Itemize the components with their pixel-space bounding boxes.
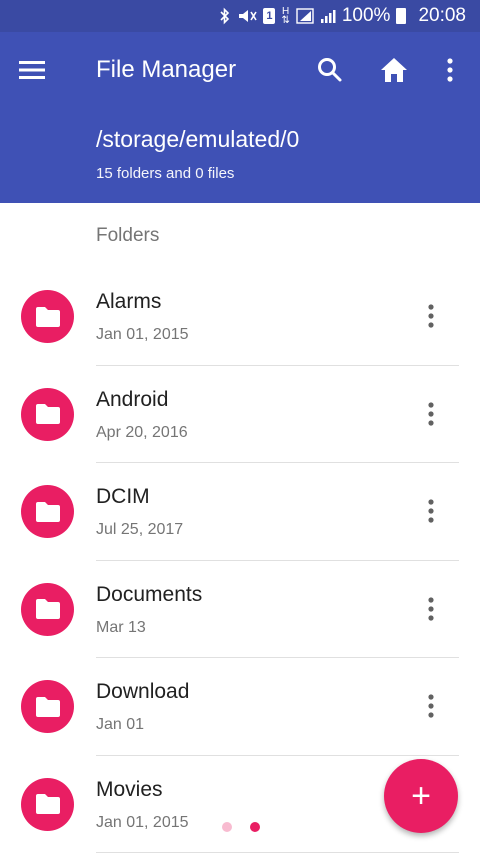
item-more-button[interactable] [414,298,448,334]
more-vert-icon [428,499,434,523]
item-more-button[interactable] [414,688,448,724]
list-item[interactable]: DCIM Jul 25, 2017 [0,463,480,561]
mute-icon [237,6,258,26]
folder-name: Android [96,387,169,411]
menu-button[interactable] [14,52,50,88]
home-button[interactable] [376,52,412,88]
more-vert-icon [428,304,434,328]
folder-date: Jan 01 [96,716,145,733]
item-more-button[interactable] [414,591,448,627]
bluetooth-icon [219,6,231,26]
home-icon [381,58,407,82]
list-item[interactable]: Documents Mar 13 [0,561,480,658]
more-vert-icon [428,401,434,426]
battery-icon [396,8,407,24]
more-vert-icon [447,58,453,82]
folder-summary: 15 folders and 0 files [96,165,235,182]
page-indicator [222,822,260,832]
overflow-menu-button[interactable] [432,52,468,88]
folder-icon [21,290,74,343]
folder-date: Mar 13 [96,618,146,636]
folder-date: Apr 20, 2016 [96,423,188,441]
add-button[interactable]: + [384,759,458,833]
folder-name: Download [96,680,190,703]
folder-date: Jan 01, 2015 [96,813,189,831]
current-path: /storage/emulated/0 [96,126,300,152]
folder-name: Documents [96,582,203,606]
app-bar: File Manager /storage/emulated/0 15 fold… [0,32,480,203]
folder-icon [21,387,74,441]
section-header-folders: Folders [96,225,160,246]
folder-icon [21,485,74,538]
page-dot-active[interactable] [250,822,260,832]
sim-icon: 1 [263,8,276,24]
item-more-button[interactable] [414,493,448,529]
network-type-icon: H ⇅ [281,6,289,26]
app-title: File Manager [96,56,237,83]
list-item[interactable]: Alarms Jan 01, 2015 [0,268,480,366]
clock: 20:08 [418,5,466,26]
status-bar: 1 H ⇅ 100% 20:08 [0,0,480,32]
more-vert-icon [428,694,434,718]
folder-date: Jul 25, 2017 [96,521,184,538]
page-dot[interactable] [222,822,232,832]
network-arrows: ⇅ [281,15,290,26]
signal-icon-2 [320,6,336,26]
folder-icon [21,582,74,636]
folder-date: Jan 01, 2015 [96,326,189,343]
battery-percent: 100% [341,5,391,26]
folder-name: Alarms [96,290,162,313]
list-item[interactable]: Android Apr 20, 2016 [0,366,480,463]
more-vert-icon [428,596,434,621]
folder-name: Movies [96,777,163,801]
folder-icon [21,777,74,831]
signal-icon-1 [296,6,314,26]
search-icon [318,58,342,82]
folder-icon [21,680,74,733]
list-item[interactable]: Download Jan 01 [0,658,480,756]
item-more-button[interactable] [414,396,448,432]
folder-name: DCIM [96,485,150,508]
search-button[interactable] [312,52,348,88]
menu-icon [19,61,45,79]
divider [96,852,459,853]
add-icon: + [411,777,431,815]
